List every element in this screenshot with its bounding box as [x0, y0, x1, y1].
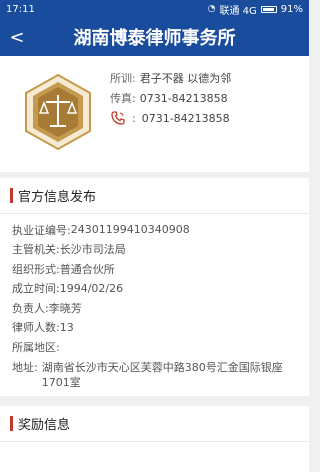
info-label: 主管机关:: [12, 243, 60, 257]
address-label: 地址:: [12, 360, 38, 374]
nav-bar: < 湖南博泰律师事务所: [0, 18, 309, 56]
firm-profile: 所训: 君子不器 以德为邻 传真: 0731-84213858 : 0731-8…: [0, 56, 309, 172]
info-row-region: 所属地区:: [12, 337, 297, 357]
battery-icon: [260, 5, 277, 13]
official-info-rows: 执业证编号: 24301199410340908 主管机关: 长沙市司法局 组织形式…: [0, 214, 309, 390]
wifi-icon: ◔: [207, 4, 216, 14]
info-label: 成立时间:: [12, 282, 60, 296]
status-battery: 91%: [280, 3, 303, 15]
awards-header[interactable]: 奖励信息: [0, 406, 309, 442]
official-info-header: 官方信息发布: [0, 178, 309, 214]
back-button[interactable]: <: [0, 27, 34, 48]
info-label: 所属地区:: [12, 340, 60, 354]
motto-value: 君子不器 以德为邻: [139, 72, 232, 85]
section-marker: [10, 416, 13, 431]
info-value: 1994/02/26: [59, 281, 124, 295]
info-label: 负责人:: [12, 301, 49, 315]
status-right: ◔ 联通 4G 91%: [208, 2, 303, 17]
phone-value[interactable]: 0731-84213858: [142, 112, 230, 125]
section-marker: [10, 188, 13, 203]
fax-value: 0731-84213858: [139, 91, 228, 105]
info-row-authority: 主管机关: 长沙市司法局: [12, 240, 297, 260]
info-row-lawyer-count: 律师人数: 13: [12, 318, 297, 338]
status-time: 17:11: [6, 3, 35, 15]
info-label: 律师人数:: [12, 321, 60, 335]
fax-label: 传真:: [110, 92, 136, 105]
info-row-address: 地址: 湖南省长沙市天心区芙蓉中路380号汇金国际银座1701室: [12, 357, 297, 390]
firm-contact-info: 所训: 君子不器 以德为邻 传真: 0731-84213858 : 0731-8…: [110, 68, 231, 128]
motto-line: 所训: 君子不器 以德为邻: [110, 68, 231, 88]
motto-label: 所训:: [110, 72, 136, 85]
official-info-section: 官方信息发布 执业证编号: 24301199410340908 主管机关: 长沙市司…: [0, 178, 309, 396]
info-row-org-form: 组织形式: 普通合伙所: [12, 259, 297, 279]
phone-sep: :: [132, 111, 136, 125]
status-carrier: 联通 4G: [219, 5, 257, 17]
info-value: 长沙市司法局: [59, 243, 126, 257]
fax-line: 传真: 0731-84213858: [110, 88, 231, 108]
awards-section: 奖励信息: [0, 406, 309, 472]
info-row-license: 执业证编号: 24301199410340908: [12, 220, 297, 240]
address-value: 湖南省长沙市天心区芙蓉中路380号汇金国际银座1701室: [41, 360, 283, 389]
info-value: 13: [59, 320, 74, 334]
awards-title: 奖励信息: [18, 418, 71, 433]
firm-emblem-icon: [25, 73, 91, 151]
info-label: 执业证编号:: [12, 223, 71, 237]
info-value: 24301199410340908: [70, 223, 190, 237]
info-value: 李晓芳: [48, 301, 82, 315]
official-info-title: 官方信息发布: [18, 190, 97, 205]
phone-icon: [111, 111, 125, 125]
status-bar: 17:11 ◔ 联通 4G 91%: [0, 0, 309, 18]
page-title: 湖南博泰律师事务所: [73, 28, 236, 49]
info-label: 组织形式:: [12, 262, 60, 276]
info-row-director: 负责人: 李晓芳: [12, 298, 297, 318]
info-value: 普通合伙所: [59, 262, 115, 276]
phone-line[interactable]: : 0731-84213858: [110, 108, 231, 128]
info-row-founded: 成立时间: 1994/02/26: [12, 279, 297, 299]
